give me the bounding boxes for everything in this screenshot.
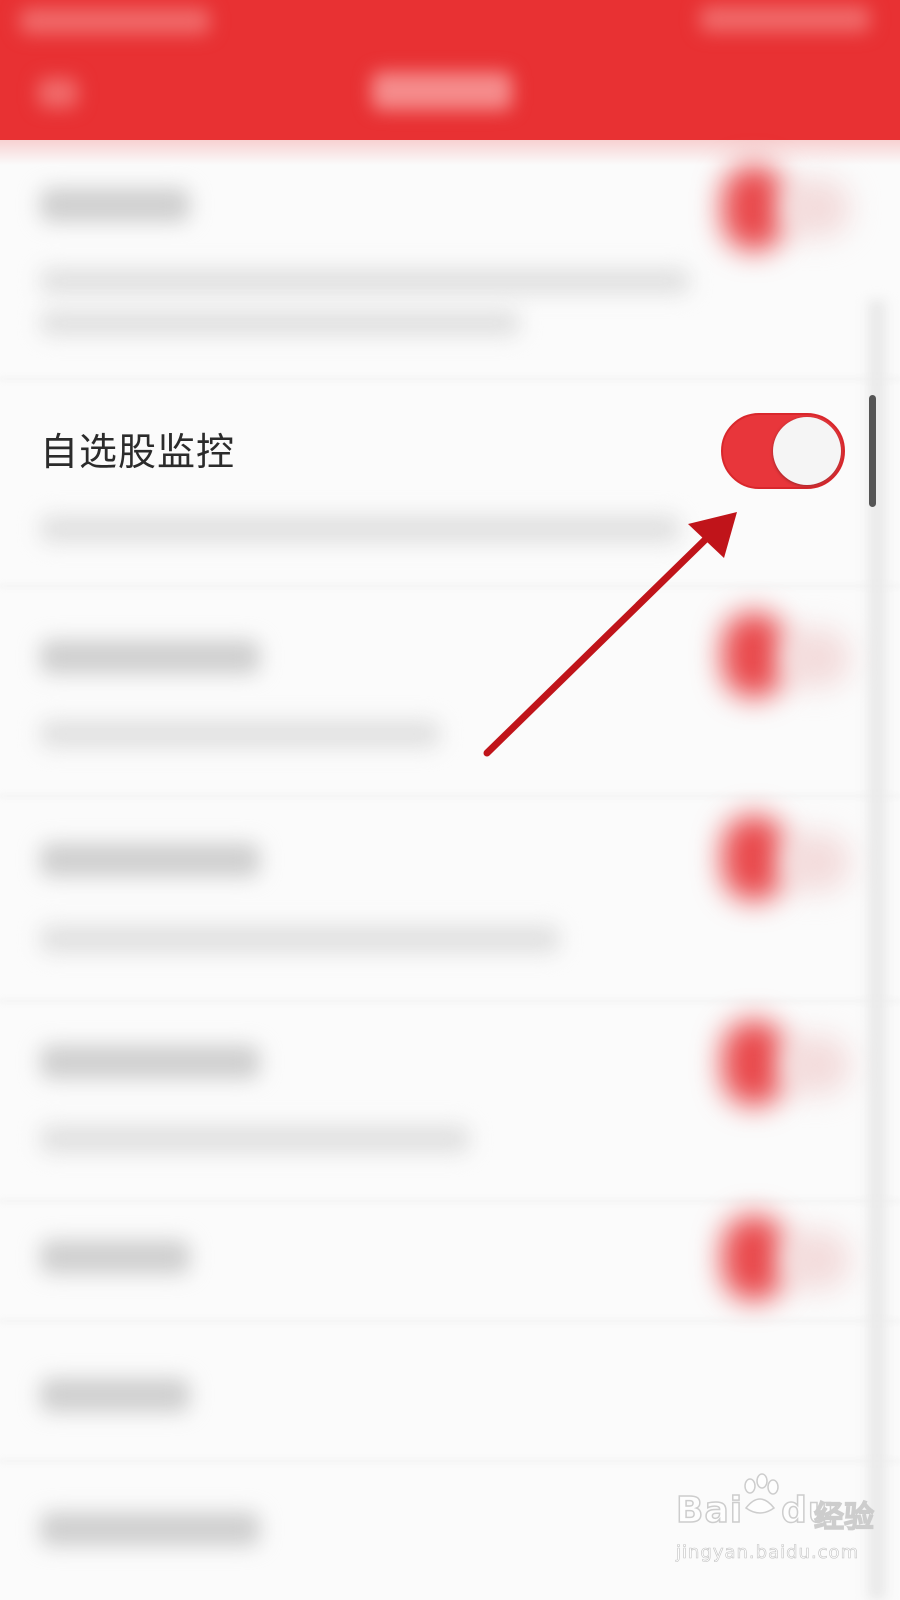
row-4-toggle-track bbox=[780, 832, 850, 892]
header-shadow bbox=[0, 125, 900, 165]
back-icon[interactable] bbox=[38, 78, 78, 108]
app-header bbox=[0, 0, 900, 140]
divider bbox=[0, 1460, 900, 1462]
divider bbox=[0, 585, 900, 587]
toggle-knob[interactable] bbox=[773, 417, 841, 485]
row-1-toggle[interactable] bbox=[722, 165, 786, 251]
row-4-desc-blur bbox=[40, 925, 560, 953]
scrollbar-thumb[interactable] bbox=[869, 395, 876, 507]
row-5-title-blur bbox=[40, 1045, 260, 1079]
watermark-brand: Bai du bbox=[675, 1489, 835, 1532]
baidu-jingyan-watermark: Bai du 经验 jingyan.baidu.com bbox=[675, 1472, 896, 1582]
row-3-toggle[interactable] bbox=[722, 612, 786, 698]
watermark-url: jingyan.baidu.com bbox=[676, 1542, 860, 1564]
row-1-desc-blur bbox=[40, 268, 690, 294]
row-4-title-blur bbox=[40, 843, 260, 877]
watchlist-monitor-toggle[interactable] bbox=[721, 413, 845, 489]
row-6-toggle-track bbox=[780, 1230, 850, 1290]
divider bbox=[0, 795, 900, 797]
divider bbox=[0, 1000, 900, 1002]
row-4-toggle[interactable] bbox=[722, 815, 786, 901]
status-icons-blur bbox=[700, 6, 870, 32]
row-5-toggle[interactable] bbox=[722, 1020, 786, 1106]
row-7-title-blur bbox=[40, 1378, 190, 1412]
row-5-toggle-track bbox=[780, 1035, 850, 1095]
divider bbox=[0, 1200, 900, 1202]
page-title-blur bbox=[372, 72, 512, 110]
divider bbox=[0, 1320, 900, 1322]
row-5-desc-blur bbox=[40, 1125, 470, 1153]
settings-screen: 自选股监控 Bai du 经验 jingyan.baidu.com bbox=[0, 0, 900, 1600]
row-2-desc-blur bbox=[40, 515, 680, 543]
row-3-toggle-track bbox=[780, 628, 850, 688]
row-1-toggle-track bbox=[780, 178, 850, 238]
row-8-title-blur bbox=[40, 1512, 260, 1546]
divider bbox=[0, 378, 900, 380]
row-1-desc-blur-2 bbox=[40, 310, 520, 336]
row-3-title-blur bbox=[40, 640, 260, 674]
row-6-title-blur bbox=[40, 1240, 190, 1274]
setting-label-watchlist-monitor: 自选股监控 bbox=[40, 430, 236, 474]
status-bar-blur bbox=[20, 8, 210, 34]
watermark-label: 经验 bbox=[813, 1499, 874, 1535]
row-6-toggle[interactable] bbox=[722, 1215, 786, 1301]
row-3-desc-blur bbox=[40, 720, 440, 748]
row-1-title-blur bbox=[40, 188, 190, 222]
